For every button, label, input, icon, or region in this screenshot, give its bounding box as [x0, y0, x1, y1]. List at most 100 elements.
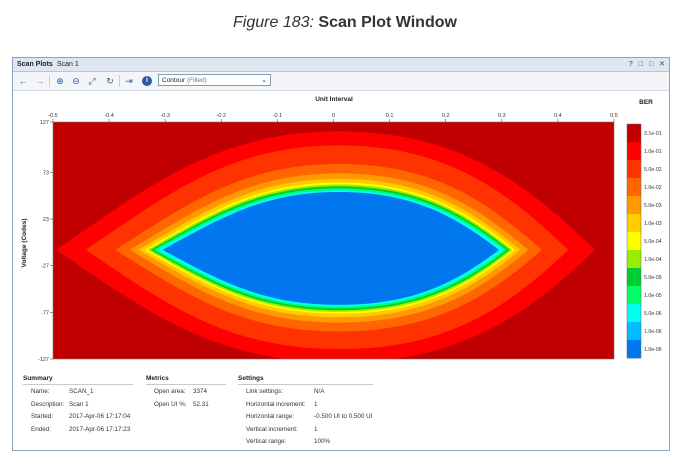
maximize-icon[interactable]: □ [649, 61, 653, 68]
x-tick-label: 0.5 [610, 113, 618, 119]
window-titlebar: Scan Plots Scan 1 ? □ □ ✕ [13, 58, 669, 72]
colorbar-segment [627, 160, 641, 179]
y-tick-label: -77 [41, 310, 49, 316]
metrics-header: Metrics [146, 375, 169, 382]
settings-value: -0.500 UI to 0.500 UI [314, 413, 373, 420]
figure-title: Scan Plot Window [318, 14, 457, 31]
figure-caption: Figure 183: Scan Plot Window [0, 14, 690, 32]
zoom-in-icon[interactable]: ⊕ [54, 75, 66, 87]
x-axis-ticks: -0.5 -0.4 -0.3 -0.2 -0.1 0 0.1 0.2 0.3 0.4 0.5 [48, 113, 618, 122]
x-tick-label: 0.2 [442, 113, 450, 119]
colorbar-label: 5.0e-06 [644, 311, 662, 317]
colorbar-label: 5.0e-02 [644, 167, 662, 173]
colorbar-segment [627, 178, 641, 197]
zoom-out-icon[interactable]: ⊖ [70, 75, 82, 87]
zoom-fit-icon[interactable]: ⤢ [86, 75, 98, 87]
x-tick-label: -0.5 [48, 113, 57, 119]
x-tick-label: 0.1 [386, 113, 394, 119]
y-tick-label: 23 [43, 217, 49, 223]
window-tab-label[interactable]: Scan 1 [57, 58, 79, 71]
plot-type-subvalue: (Filled) [186, 77, 207, 84]
colorbar-label: 5.0e-03 [644, 203, 662, 209]
summary-value: Scan 1 [69, 400, 89, 408]
figure-number: Figure 183: [233, 14, 314, 31]
metrics-label: Open area: [154, 388, 186, 395]
colorbar-label: 1.0e-04 [644, 257, 662, 263]
y-tick-label: -127 [38, 357, 49, 363]
colorbar-segment [627, 250, 641, 269]
info-icon[interactable]: i [142, 76, 152, 86]
colorbar-segment [627, 196, 641, 215]
colorbar-label: 3.1e-01 [644, 131, 662, 137]
y-tick-label: -27 [41, 264, 49, 270]
summary-value: SCAN_1 [69, 388, 94, 395]
colorbar-label: 1.0e-06 [644, 347, 662, 353]
x-tick-label: -0.4 [104, 113, 113, 119]
plot-type-value: Contour [162, 77, 186, 84]
settings-label: Vertical range: [246, 438, 287, 445]
summary-label: Description: [31, 400, 65, 408]
y-tick-label: 73 [43, 170, 49, 176]
settings-value: 1 [314, 400, 318, 408]
colorbar-segment [627, 124, 641, 143]
y-axis-label: Voltage (Codes) [21, 219, 28, 268]
x-tick-label: 0 [332, 113, 335, 119]
x-tick-label: 0.4 [554, 113, 562, 119]
colorbar-segment [627, 214, 641, 233]
chevron-down-icon: ⌄ [261, 77, 267, 84]
back-arrow-icon[interactable]: ← [17, 75, 29, 87]
summary-label: Name: [31, 388, 50, 395]
x-tick-label: -0.2 [217, 113, 226, 119]
colorbar-segment [627, 268, 641, 287]
settings-label: Link settings: [246, 388, 283, 395]
x-tick-label: -0.1 [273, 113, 282, 119]
colorbar-label: 1.0e-06 [644, 329, 662, 335]
ber-colorbar: 3.1e-01 1.0e-01 5.0e-02 1.0e-02 5.0e-03 1.0e-… [626, 123, 662, 359]
colorbar-label: 5.0e-05 [644, 275, 662, 281]
colorbar-segment [627, 142, 641, 161]
metrics-value: 3374 [193, 388, 208, 395]
y-tick-label: 127 [40, 120, 49, 126]
summary-value: 2017-Apr-06 17:17:04 [69, 413, 131, 420]
contour-plot-area[interactable] [52, 121, 615, 362]
metrics-label: Open UI %: [154, 400, 187, 408]
help-icon[interactable]: ? [629, 61, 633, 68]
settings-value: 100% [314, 438, 331, 445]
colorbar-label: 1.0e-02 [644, 185, 662, 191]
x-tick-label: 0.3 [498, 113, 506, 119]
colorbar-segment [627, 340, 641, 359]
x-axis-label: Unit Interval [315, 96, 353, 103]
metrics-value: 52.31 [193, 400, 209, 408]
plot-type-select[interactable]: Contour (Filled) ⌄ [158, 74, 271, 86]
forward-arrow-icon[interactable]: → [34, 75, 46, 87]
settings-header: Settings [238, 375, 264, 382]
colorbar-segment [627, 232, 641, 251]
export-icon[interactable]: ⇥ [123, 75, 135, 87]
scan-plot-window: Scan Plots Scan 1 ? □ □ ✕ ← → ⊕ ⊖ ⤢ ↻ ⇥ … [12, 57, 670, 451]
restore-icon[interactable]: □ [639, 61, 643, 68]
settings-label: Vertical increment: [246, 425, 298, 433]
refresh-icon[interactable]: ↻ [104, 75, 116, 87]
close-icon[interactable]: ✕ [659, 61, 665, 68]
colorbar-segment [627, 286, 641, 305]
plot-toolbar: ← → ⊕ ⊖ ⤢ ↻ ⇥ i Contour (Filled) ⌄ [13, 72, 669, 91]
colorbar-label: 1.0e-05 [644, 293, 662, 299]
summary-label: Started: [31, 413, 54, 420]
settings-value: N/A [314, 388, 325, 395]
x-tick-label: -0.3 [160, 113, 169, 119]
colorbar-label: 1.0e-03 [644, 221, 662, 227]
settings-label: Horizontal range: [246, 413, 294, 420]
settings-value: 1 [314, 425, 318, 433]
summary-label: Ended: [31, 425, 51, 433]
window-title: Scan Plots [17, 61, 53, 68]
colorbar-label: 5.0e-04 [644, 239, 662, 245]
colorbar-segment [627, 322, 641, 341]
colorbar-segment [627, 304, 641, 323]
summary-value: 2017-Apr-06 17:17:23 [69, 425, 131, 433]
settings-label: Horizontal increment: [246, 400, 306, 408]
colorbar-title: BER [639, 99, 653, 106]
summary-header: Summary [23, 375, 53, 382]
scan-plot-chart: Unit Interval -0.5 -0.4 -0.3 -0.2 -0.1 0 0.1 0.… [21, 96, 662, 363]
colorbar-label: 1.0e-01 [644, 149, 662, 155]
y-axis-ticks: 127 73 23 -27 -77 -127 [38, 120, 53, 363]
